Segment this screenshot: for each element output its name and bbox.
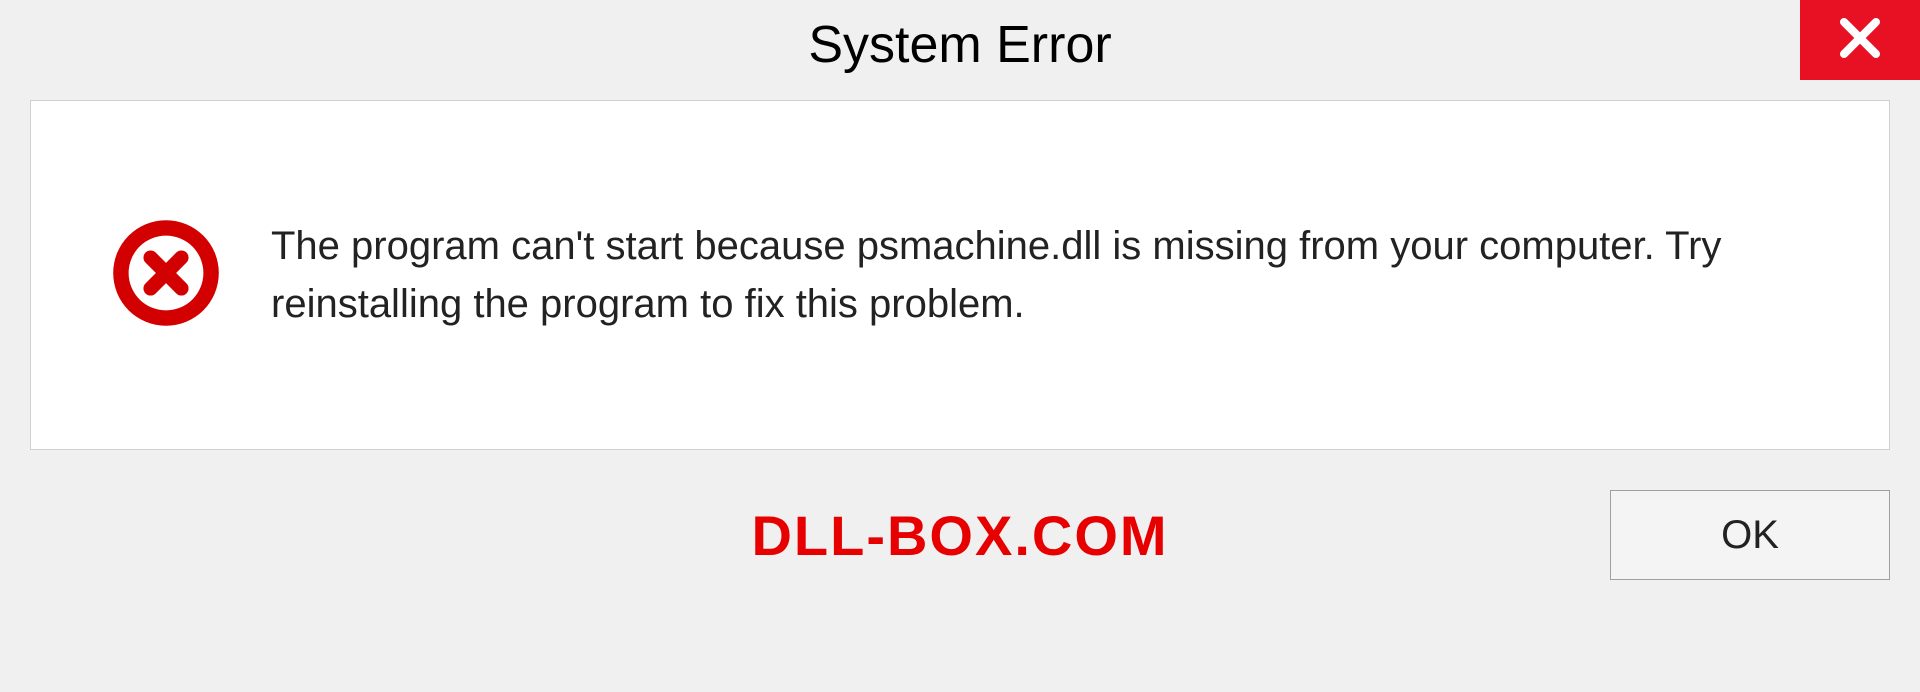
- close-button[interactable]: [1800, 0, 1920, 80]
- title-bar: System Error: [0, 0, 1920, 90]
- dialog-footer: DLL-BOX.COM OK: [30, 485, 1890, 585]
- dialog-title: System Error: [808, 15, 1111, 75]
- watermark-text: DLL-BOX.COM: [751, 503, 1168, 568]
- dialog-message: The program can't start because psmachin…: [271, 217, 1849, 333]
- dialog-content-panel: The program can't start because psmachin…: [30, 100, 1890, 450]
- close-icon: [1836, 14, 1884, 67]
- ok-button[interactable]: OK: [1610, 490, 1890, 580]
- ok-button-label: OK: [1721, 513, 1779, 558]
- error-icon: [111, 218, 221, 333]
